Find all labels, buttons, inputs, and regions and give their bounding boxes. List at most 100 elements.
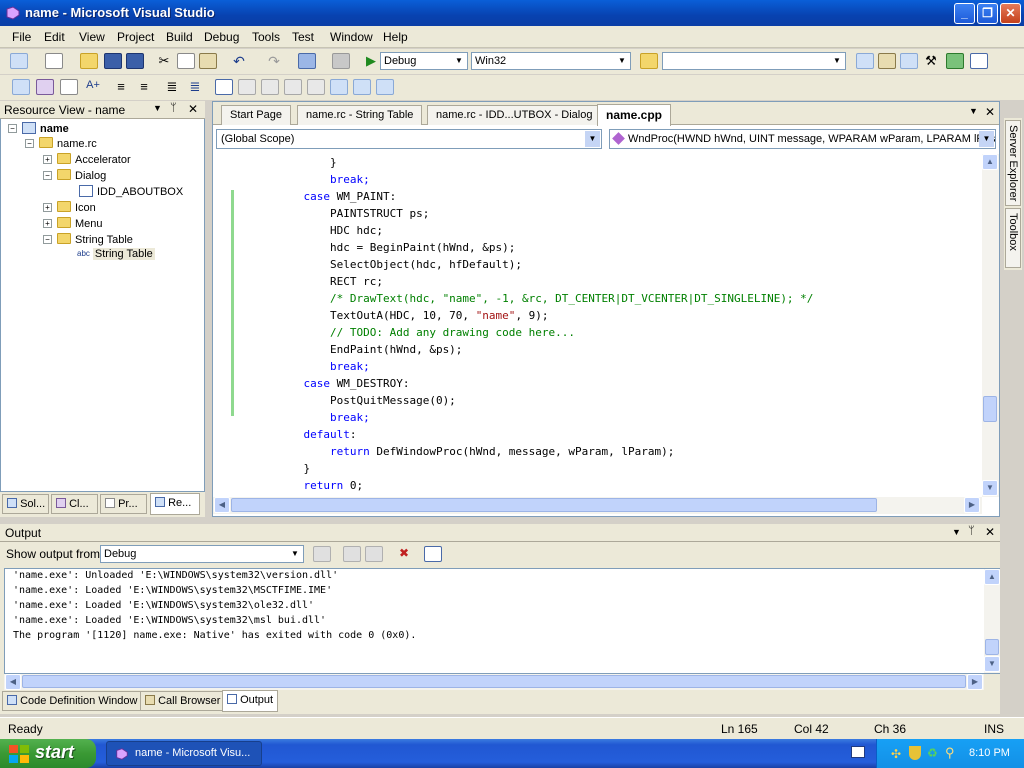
scroll-down-icon[interactable]: ▼ [982,480,998,496]
solution-explorer-icon[interactable] [856,53,874,69]
scroll-thumb[interactable] [231,498,877,512]
close-icon[interactable]: ✕ [985,525,995,539]
go-to-next-message-icon[interactable] [365,546,383,562]
tab-server-explorer[interactable]: Server Explorer [1005,120,1021,206]
redo-icon[interactable]: ↷ [265,53,283,69]
window-position-icon[interactable]: ▼ [952,527,961,537]
comment-out-icon[interactable]: ≣ [163,79,181,95]
expand-icon[interactable]: + [43,155,52,164]
output-vertical-scrollbar[interactable]: ▲ ▼ [984,569,1000,673]
start-debugging-icon[interactable]: ▶ [362,53,380,69]
find-combo[interactable]: ▼ [662,52,846,70]
tab-output[interactable]: Output [222,690,279,712]
tree-item-icon[interactable]: + Icon [43,201,96,214]
tab-class-view[interactable]: Cl... [51,494,98,514]
scroll-thumb[interactable] [22,675,966,688]
tree-item-accelerator[interactable]: + Accelerator [43,153,131,166]
clear-bookmarks-icon[interactable] [376,79,394,95]
scroll-up-icon[interactable]: ▲ [984,569,1000,585]
function-select[interactable]: WndProc(HWND hWnd, UINT message, WPARAM … [609,129,996,149]
start-page-icon[interactable] [946,53,964,69]
scope-select[interactable]: (Global Scope) ▼ [216,129,602,149]
decrease-indent-icon[interactable]: ≡ [112,79,130,95]
navigate-forward-icon[interactable] [332,53,350,69]
menu-edit[interactable]: Edit [44,30,65,44]
menu-file[interactable]: File [12,30,31,44]
find-in-files-icon[interactable] [640,53,658,69]
scroll-left-icon[interactable]: ◀ [5,674,21,690]
start-button[interactable]: start [0,739,96,768]
pin-icon[interactable]: ᛘ [968,525,975,537]
tab-code-definition-window[interactable]: Code Definition Window [2,691,143,711]
menu-help[interactable]: Help [383,30,408,44]
previous-bookmark-in-folder-icon[interactable] [284,79,302,95]
network-icon[interactable]: ✣ [891,747,901,761]
tree-item-string-table-folder[interactable]: − String Table [43,233,133,246]
tree-item-menu[interactable]: + Menu [43,217,103,230]
configuration-select[interactable]: Debug ▼ [380,52,468,70]
maximize-button[interactable]: ❐ [977,3,998,24]
next-bookmark-in-folder-icon[interactable] [307,79,325,95]
increase-indent-icon[interactable]: ≡ [135,79,153,95]
open-file-icon[interactable] [80,53,98,69]
menu-debug[interactable]: Debug [204,30,239,44]
menu-window[interactable]: Window [330,30,373,44]
scroll-down-icon[interactable]: ▼ [984,656,1000,672]
quick-info-icon[interactable] [60,79,78,95]
editor-horizontal-scrollbar[interactable]: ◀ ▶ [213,497,982,514]
collapse-icon[interactable]: − [43,235,52,244]
tab-solution-explorer[interactable]: Sol... [2,494,49,514]
clock[interactable]: 8:10 PM [969,747,1010,759]
undo-icon[interactable]: ↶ [230,53,248,69]
toggle-bookmark-icon[interactable] [215,79,233,95]
code-view[interactable]: } break; case WM_PAINT: PAINTSTRUCT ps; … [213,154,983,496]
collapse-icon[interactable]: − [25,139,34,148]
scroll-right-icon[interactable]: ▶ [967,674,983,690]
menu-project[interactable]: Project [117,30,154,44]
save-icon[interactable] [104,53,122,69]
previous-bookmark-icon[interactable] [238,79,256,95]
close-button[interactable]: ✕ [1000,3,1021,24]
properties-icon[interactable] [878,53,896,69]
output-source-select[interactable]: Debug ▼ [100,545,304,563]
tab-toolbox[interactable]: Toolbox [1005,208,1021,268]
clear-all-icon[interactable]: ✖ [395,546,413,562]
tree-item-name[interactable]: − name [8,122,69,135]
minimize-button[interactable]: _ [954,3,975,24]
menu-tools[interactable]: Tools [252,30,280,44]
new-project-icon[interactable] [10,53,28,69]
platform-select[interactable]: Win32 ▼ [471,52,631,70]
next-bookmark-in-document-icon[interactable] [353,79,371,95]
expand-icon[interactable]: + [43,203,52,212]
tree-item-idd-aboutbox[interactable]: IDD_ABOUTBOX [79,185,183,198]
update-icon[interactable]: ♻ [927,746,941,760]
previous-bookmark-in-document-icon[interactable] [330,79,348,95]
search-icon[interactable]: ⚲ [945,745,955,761]
collapse-icon[interactable]: − [8,124,17,133]
next-bookmark-icon[interactable] [261,79,279,95]
tab-call-browser[interactable]: Call Browser [140,691,226,711]
pin-icon[interactable]: ᛘ [170,102,177,114]
tree-item-string-table[interactable]: abc String Table [77,248,155,260]
collapse-icon[interactable]: − [43,171,52,180]
find-message-in-code-icon[interactable] [313,546,331,562]
taskbar-item-visual-studio[interactable]: name - Microsoft Visu... [106,741,262,766]
tab-resource-view[interactable]: Re... [150,493,200,515]
parameter-info-icon[interactable] [36,79,54,95]
toolbox-icon[interactable]: ⚒ [922,53,940,69]
toggle-word-wrap-icon[interactable] [424,546,442,562]
navigate-backward-icon[interactable] [298,53,316,69]
scroll-left-icon[interactable]: ◀ [214,497,230,513]
security-shield-icon[interactable] [909,746,921,760]
uncomment-icon[interactable]: ≣ [186,79,204,95]
scroll-thumb[interactable] [983,396,997,422]
tab-string-table[interactable]: name.rc - String Table [297,105,423,125]
scroll-right-icon[interactable]: ▶ [964,497,980,513]
command-window-icon[interactable] [970,53,988,69]
tree-item-dialog[interactable]: − Dialog [43,169,106,182]
close-document-icon[interactable]: ✕ [985,105,995,119]
tab-start-page[interactable]: Start Page [221,105,291,125]
keyboard-icon[interactable] [851,746,865,758]
scroll-up-icon[interactable]: ▲ [982,154,998,170]
tab-dialog[interactable]: name.rc - IDD...UTBOX - Dialog [427,105,602,125]
